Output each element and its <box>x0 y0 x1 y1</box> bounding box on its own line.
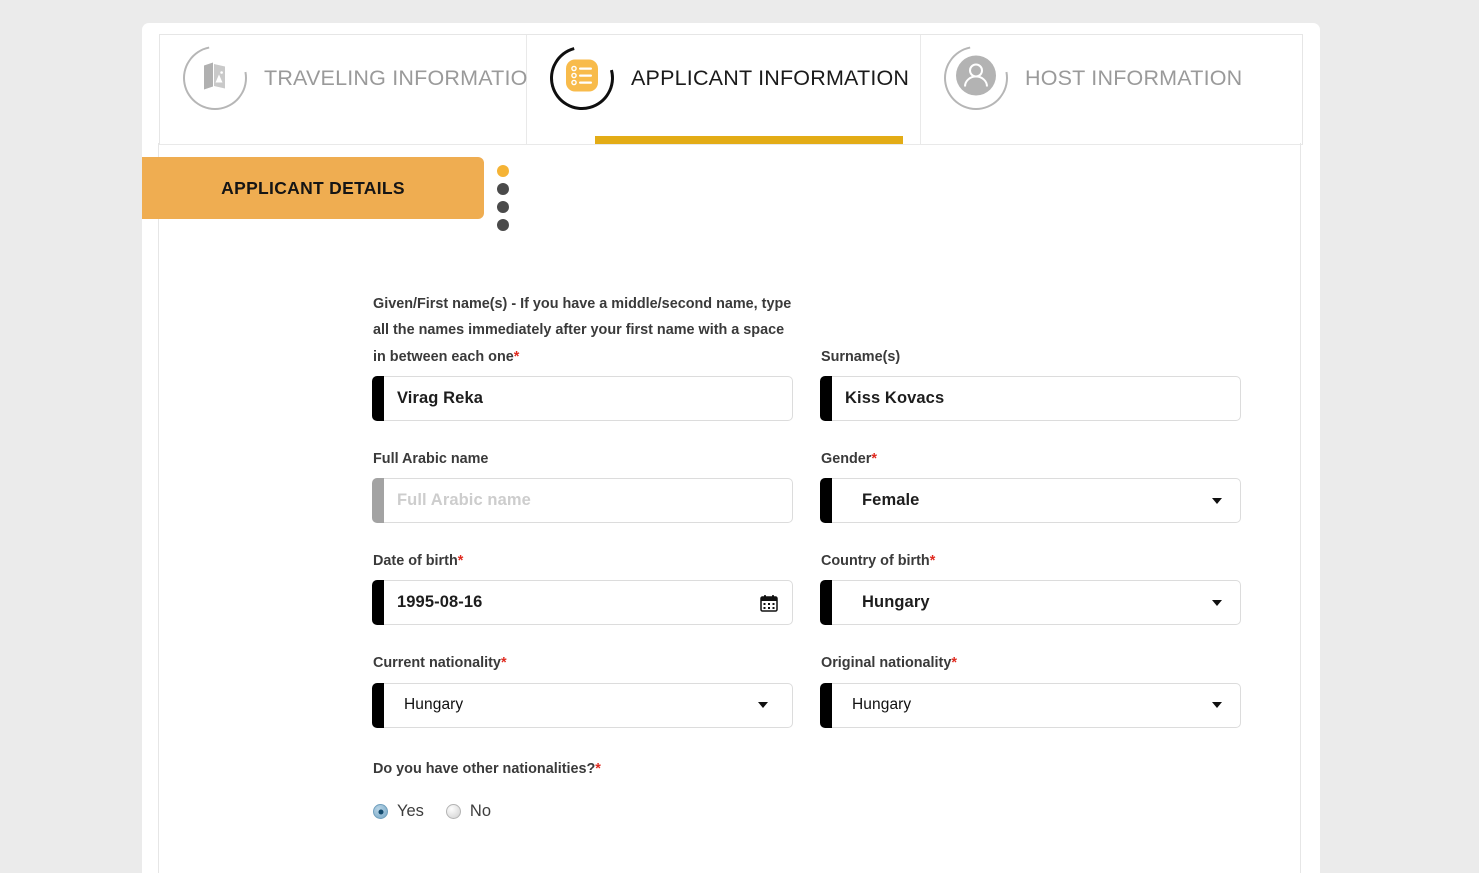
form-row: Do you have other nationalities?* Yes No <box>373 756 1253 821</box>
field-original-nationality: Original nationality* Hungary <box>820 650 1241 728</box>
field-accent-bar <box>372 375 384 421</box>
section-dot-2[interactable] <box>497 183 509 195</box>
current-nationality-value: Hungary <box>404 696 464 714</box>
original-nationality-select[interactable]: Hungary <box>820 682 1241 728</box>
step-traveling-information-label: TRAVELING INFORMATION <box>264 66 544 90</box>
application-card: TRAVELING INFORMATION APPLICANT INFORMAT… <box>142 23 1320 873</box>
form-row: Full Arabic name Full Arabic name Gender… <box>372 446 1253 524</box>
field-other-nationalities-label: Do you have other nationalities?* <box>373 760 601 777</box>
step-traveling-information[interactable]: TRAVELING INFORMATION <box>160 33 543 144</box>
field-accent-bar <box>820 580 832 626</box>
field-accent-bar <box>372 580 384 626</box>
page-root: TRAVELING INFORMATION APPLICANT INFORMAT… <box>0 0 1479 873</box>
gender-value: Female <box>862 491 920 510</box>
applicant-details-banner-label: APPLICANT DETAILS <box>221 177 405 198</box>
field-other-nationalities: Do you have other nationalities?* Yes No <box>373 756 793 821</box>
field-original-nationality-label: Original nationality* <box>821 655 957 672</box>
field-accent-bar <box>372 682 384 728</box>
section-progress-dots <box>497 165 509 231</box>
form-row: Current nationality* Hungary Original na… <box>372 650 1253 728</box>
person-icon <box>931 33 1021 123</box>
field-gender-label: Gender* <box>821 450 877 467</box>
checklist-icon <box>538 34 626 122</box>
field-gender: Gender* Female <box>820 446 1241 524</box>
section-dot-1[interactable] <box>497 165 509 177</box>
surname-input[interactable]: Kiss Kovacs <box>820 375 1241 421</box>
step-host-information[interactable]: HOST INFORMATION <box>920 33 1302 144</box>
step-applicant-information-label: APPLICANT INFORMATION <box>631 66 910 90</box>
full-arabic-name-placeholder: Full Arabic name <box>397 491 531 510</box>
gender-select[interactable]: Female <box>820 478 1241 524</box>
radio-option-yes[interactable]: Yes <box>373 802 424 821</box>
field-current-nationality-label: Current nationality* <box>373 655 507 672</box>
radio-yes-label: Yes <box>397 802 424 821</box>
field-given-name: Given/First name(s) - If you have a midd… <box>372 291 793 421</box>
country-of-birth-select[interactable]: Hungary <box>820 580 1241 626</box>
section-dot-4[interactable] <box>497 219 509 231</box>
required-marker: * <box>500 655 507 672</box>
required-marker: * <box>457 553 464 570</box>
field-given-name-label: Given/First name(s) - If you have a midd… <box>373 296 792 365</box>
field-surname: Surname(s) Kiss Kovacs <box>820 344 1241 421</box>
date-of-birth-input[interactable]: 1995-08-16 <box>372 580 793 626</box>
required-marker: * <box>951 655 957 672</box>
full-arabic-name-input[interactable]: Full Arabic name <box>372 478 793 524</box>
current-nationality-select[interactable]: Hungary <box>372 682 793 728</box>
required-marker: * <box>513 348 520 365</box>
step-applicant-information[interactable]: APPLICANT INFORMATION <box>527 34 921 144</box>
radio-no-label: No <box>469 802 492 821</box>
chevron-down-icon <box>1212 599 1222 606</box>
other-nationalities-radio-group: Yes No <box>373 802 793 821</box>
field-accent-bar <box>820 375 832 421</box>
applicant-details-panel: Given/First name(s) - If you have a midd… <box>158 143 1301 873</box>
date-of-birth-value: 1995-08-16 <box>397 593 483 612</box>
field-accent-bar <box>820 478 832 524</box>
required-marker: * <box>929 553 936 570</box>
radio-yes-indicator[interactable] <box>373 804 388 820</box>
radio-no-indicator[interactable] <box>445 804 461 820</box>
field-accent-bar <box>820 682 832 728</box>
field-full-arabic-name-label: Full Arabic name <box>373 450 489 467</box>
field-current-nationality: Current nationality* Hungary <box>372 650 793 728</box>
radio-option-no[interactable]: No <box>445 802 492 821</box>
form-row: Given/First name(s) - If you have a midd… <box>372 291 1253 421</box>
required-marker: * <box>595 760 601 777</box>
field-country-of-birth: Country of birth* Hungary <box>820 548 1241 626</box>
step-host-information-label: HOST INFORMATION <box>1024 66 1243 90</box>
chevron-down-icon <box>1212 702 1222 709</box>
field-country-of-birth-label: Country of birth* <box>821 553 936 570</box>
field-date-of-birth: Date of birth* 1995-08-16 <box>372 548 793 626</box>
passport-booklet-icon <box>170 33 260 123</box>
chevron-down-icon <box>1212 497 1222 504</box>
given-name-value: Virag Reka <box>397 388 483 407</box>
field-full-arabic-name: Full Arabic name Full Arabic name <box>372 446 793 524</box>
surname-value: Kiss Kovacs <box>845 388 945 407</box>
original-nationality-value: Hungary <box>852 696 912 714</box>
form-fields: Given/First name(s) - If you have a midd… <box>372 291 1253 846</box>
field-accent-bar <box>372 478 384 524</box>
calendar-icon[interactable] <box>760 594 778 612</box>
form-row: Date of birth* 1995-08-16 Country of bir… <box>372 548 1253 626</box>
required-marker: * <box>871 450 877 467</box>
applicant-details-banner[interactable]: APPLICANT DETAILS <box>142 157 484 219</box>
wizard-stepper: TRAVELING INFORMATION APPLICANT INFORMAT… <box>159 33 1303 145</box>
chevron-down-icon <box>758 702 768 709</box>
field-date-of-birth-label: Date of birth* <box>373 553 464 570</box>
field-surname-label: Surname(s) <box>821 348 901 365</box>
country-of-birth-value: Hungary <box>862 593 930 612</box>
section-dot-3[interactable] <box>497 201 509 213</box>
given-name-input[interactable]: Virag Reka <box>372 375 793 421</box>
